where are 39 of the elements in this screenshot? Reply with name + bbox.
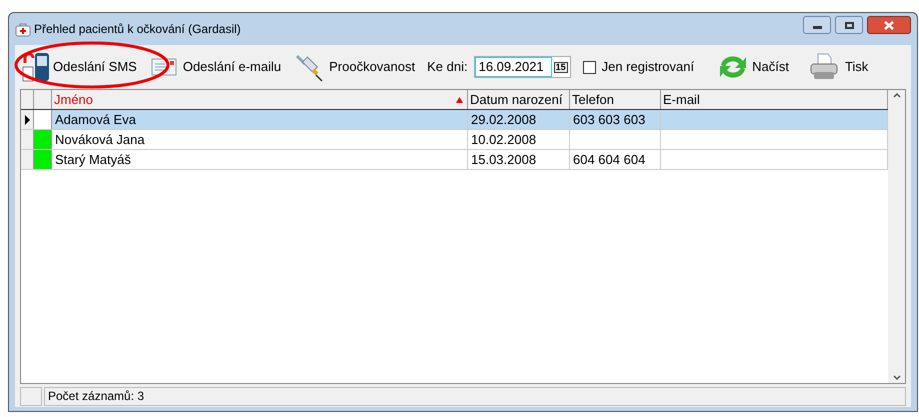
table-row[interactable]: Nováková Jana 10.02.2008 — [21, 130, 888, 150]
minimize-button[interactable] — [803, 16, 831, 34]
close-button[interactable] — [867, 16, 911, 34]
row-header[interactable] — [21, 110, 34, 129]
table-row[interactable]: Adamová Eva 29.02.2008 603 603 603 — [21, 110, 888, 130]
sms-label: Odeslání SMS — [53, 58, 137, 76]
table-cell: 10.02.2008 — [468, 130, 570, 149]
table-cell: Starý Matyáš — [52, 150, 468, 169]
current-row-icon — [24, 114, 30, 124]
record-count: Počet záznamů: 3 — [44, 386, 906, 406]
registered-only-checkbox[interactable]: Jen registrovaní — [582, 57, 694, 77]
date-label: Ke dni: — [427, 58, 468, 76]
table-cell: 604 604 604 — [570, 150, 661, 169]
load-button[interactable]: Načíst — [716, 50, 789, 84]
calendar-icon[interactable]: 15 — [554, 62, 568, 72]
table-cell: 15.03.2008 — [468, 150, 570, 169]
maximize-button[interactable] — [835, 16, 863, 34]
column-header[interactable]: Jméno — [52, 90, 468, 109]
syringe-icon — [293, 52, 324, 82]
status-panel — [20, 386, 42, 406]
phone-icon — [21, 51, 51, 83]
table-cell: 603 603 603 — [570, 110, 661, 129]
table-row[interactable]: Starý Matyáš 15.03.2008 604 604 604 — [21, 150, 888, 170]
print-button[interactable]: Tisk — [808, 50, 868, 84]
scroll-up-icon[interactable] — [892, 92, 900, 98]
close-icon — [884, 20, 894, 30]
window-title: Přehled pacientů k očkování (Gardasil) — [34, 21, 241, 38]
table-cell: Nováková Jana — [52, 130, 468, 149]
printer-icon — [808, 52, 839, 82]
column-header[interactable]: Telefon — [570, 90, 661, 109]
coverage-button[interactable]: Proočkovanost — [293, 50, 416, 84]
table-cell: 29.02.2008 — [468, 110, 570, 129]
vertical-scrollbar[interactable] — [888, 90, 905, 383]
table-cell: Adamová Eva — [52, 110, 468, 129]
column-header[interactable]: Datum narození — [468, 90, 570, 109]
scroll-down-icon[interactable] — [892, 375, 900, 381]
medical-bag-icon — [15, 21, 31, 37]
send-email-button[interactable]: Odeslání e-mailu — [150, 50, 282, 84]
date-field[interactable]: 16.09.2021 15 — [474, 56, 571, 78]
